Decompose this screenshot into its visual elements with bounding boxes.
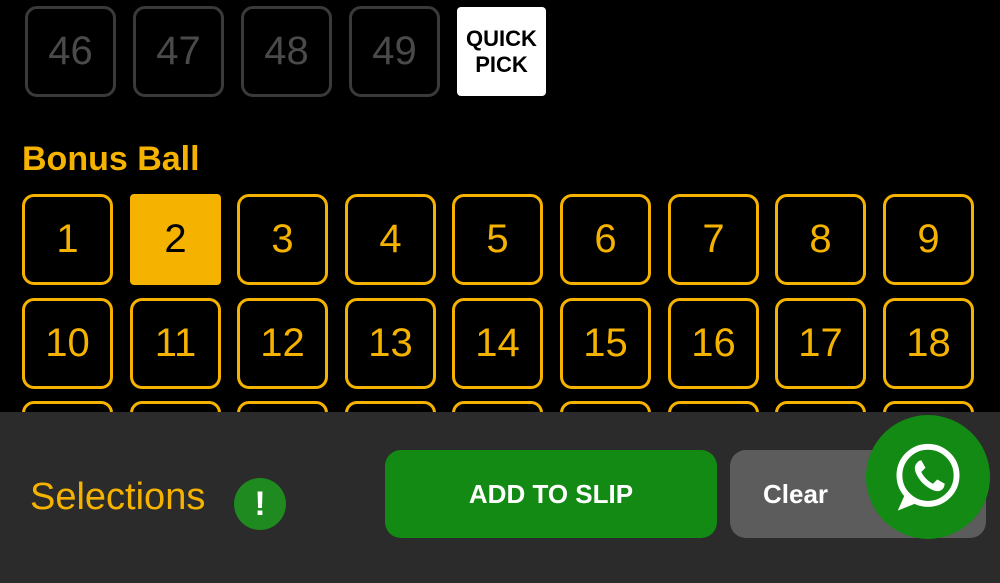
- bottom-bar: Selections ! ADD TO SLIP Clear: [0, 412, 1000, 583]
- quick-pick-button[interactable]: QUICK PICK: [457, 7, 546, 96]
- bonus-number-16[interactable]: 16: [668, 298, 759, 389]
- main-number-46[interactable]: 46: [25, 6, 116, 97]
- whatsapp-button[interactable]: [866, 415, 990, 539]
- bonus-number-7[interactable]: 7: [668, 194, 759, 285]
- selections-label: Selections: [30, 476, 206, 518]
- bonus-number-3[interactable]: 3: [237, 194, 328, 285]
- bonus-number-17[interactable]: 17: [775, 298, 866, 389]
- bonus-number-13[interactable]: 13: [345, 298, 436, 389]
- bonus-number-1[interactable]: 1: [22, 194, 113, 285]
- bonus-number-11[interactable]: 11: [130, 298, 221, 389]
- bonus-number-5[interactable]: 5: [452, 194, 543, 285]
- main-number-47[interactable]: 47: [133, 6, 224, 97]
- main-number-48[interactable]: 48: [241, 6, 332, 97]
- bonus-number-15[interactable]: 15: [560, 298, 651, 389]
- main-number-49[interactable]: 49: [349, 6, 440, 97]
- bonus-ball-title: Bonus Ball: [22, 140, 200, 178]
- add-to-slip-button[interactable]: ADD TO SLIP: [385, 450, 717, 538]
- bonus-number-8[interactable]: 8: [775, 194, 866, 285]
- bonus-number-2[interactable]: 2: [130, 194, 221, 285]
- bonus-number-9[interactable]: 9: [883, 194, 974, 285]
- alert-icon: !: [234, 478, 286, 530]
- bonus-number-10[interactable]: 10: [22, 298, 113, 389]
- bonus-number-14[interactable]: 14: [452, 298, 543, 389]
- bonus-number-18[interactable]: 18: [883, 298, 974, 389]
- whatsapp-icon: [896, 443, 960, 511]
- bonus-number-12[interactable]: 12: [237, 298, 328, 389]
- bonus-number-6[interactable]: 6: [560, 194, 651, 285]
- bonus-number-4[interactable]: 4: [345, 194, 436, 285]
